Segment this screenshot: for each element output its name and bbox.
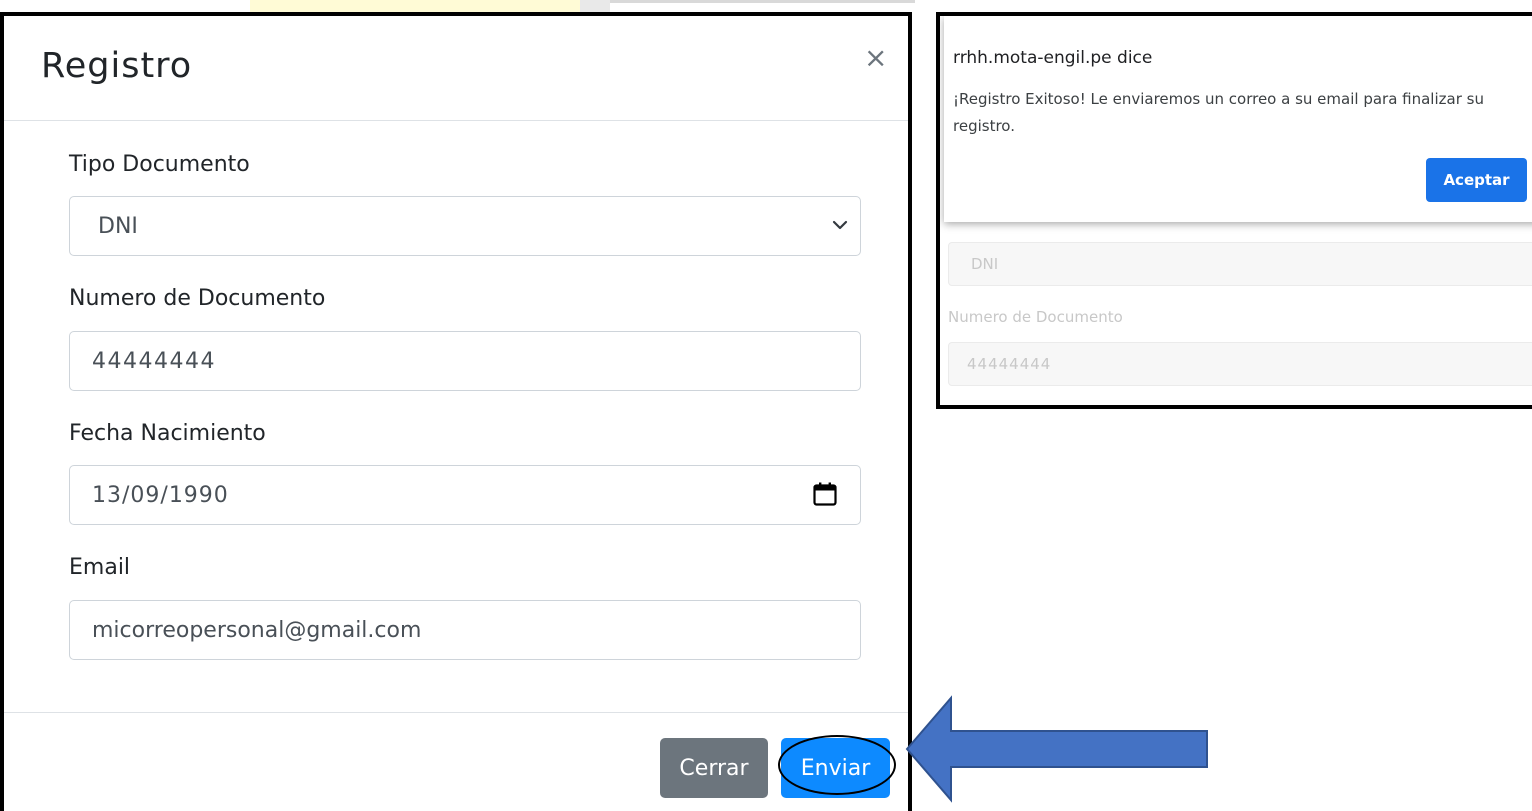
- modal-footer: [4, 712, 908, 713]
- enviar-highlight-ellipse: [778, 735, 896, 795]
- alert-panel: DNI Numero de Documento 44444444 rrhh.mo…: [936, 12, 1532, 409]
- tipo-documento-select[interactable]: DNI: [69, 196, 861, 256]
- calendar-icon[interactable]: [812, 481, 838, 507]
- email-label: Email: [69, 555, 131, 580]
- alert-message: ¡Registro Exitoso! Le enviaremos un corr…: [953, 90, 1484, 135]
- alert-title: rrhh.mota-engil.pe dice: [953, 48, 1153, 68]
- background-strip: [610, 0, 915, 3]
- tipo-documento-label: Tipo Documento: [69, 152, 250, 177]
- modal-title: Registro: [41, 46, 193, 86]
- alert-dialog: rrhh.mota-engil.pe dice ¡Registro Exitos…: [944, 16, 1532, 222]
- numero-documento-label: Numero de Documento: [69, 286, 326, 311]
- registro-modal: Registro × Tipo Documento DNI Numero de …: [0, 12, 912, 811]
- chevron-down-icon: [832, 220, 848, 230]
- background-numero-input: 44444444: [948, 342, 1532, 386]
- left-arrow-icon: [905, 695, 1208, 803]
- cerrar-button[interactable]: Cerrar: [660, 738, 768, 798]
- background-numero-label: Numero de Documento: [948, 308, 1123, 326]
- fecha-nacimiento-label: Fecha Nacimiento: [69, 421, 266, 446]
- email-input[interactable]: micorreopersonal@gmail.com: [69, 600, 861, 660]
- close-icon[interactable]: ×: [864, 44, 887, 72]
- fecha-nacimiento-input[interactable]: 13/09/1990: [69, 465, 861, 525]
- aceptar-button[interactable]: Aceptar: [1426, 158, 1527, 202]
- fecha-nacimiento-value: 13/09/1990: [92, 482, 229, 508]
- background-tipo-select: DNI: [948, 242, 1532, 286]
- tipo-documento-value: DNI: [98, 213, 138, 239]
- numero-documento-input[interactable]: 44444444: [69, 331, 861, 391]
- modal-header: Registro ×: [4, 16, 908, 121]
